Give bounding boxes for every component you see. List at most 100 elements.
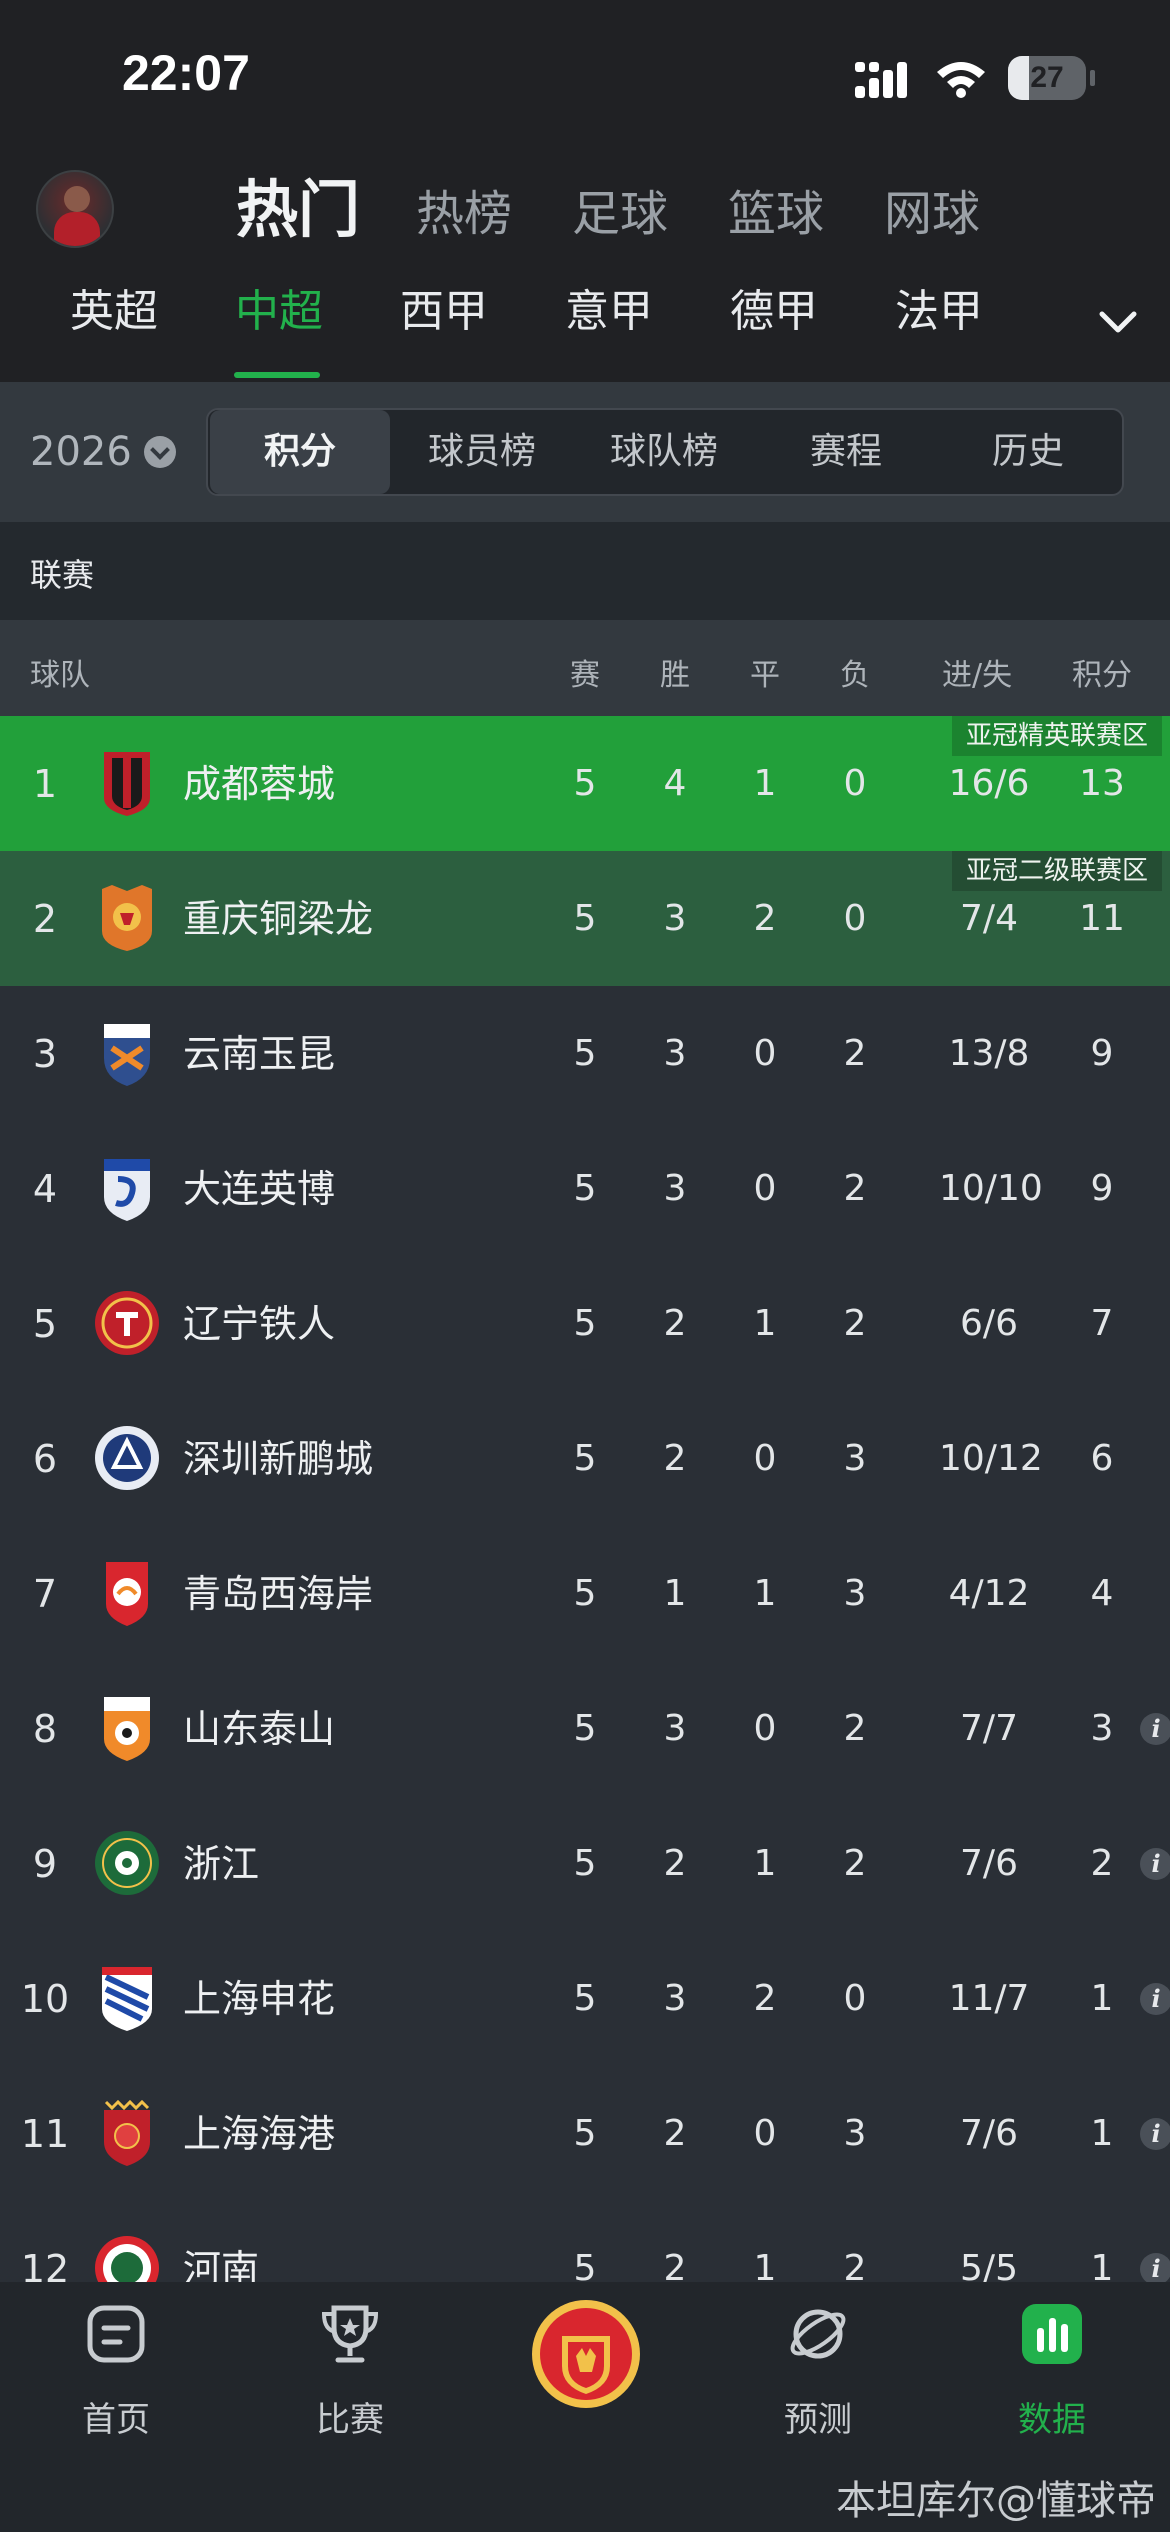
segment-player-ranking[interactable]: 球员榜 xyxy=(392,410,572,494)
info-icon[interactable]: i xyxy=(1140,1983,1170,2015)
goals: 7/6 xyxy=(960,2113,1018,2154)
tab-football[interactable]: 足球 xyxy=(572,174,668,254)
tab-basketball[interactable]: 篮球 xyxy=(728,174,824,254)
team-crest-icon xyxy=(104,752,150,816)
wifi-icon xyxy=(937,62,985,98)
rank: 11 xyxy=(20,2112,70,2156)
table-row[interactable]: 亚冠精英联赛区 1 成都蓉城 5 4 1 0 16/6 13 xyxy=(0,716,1170,851)
tab-csl[interactable]: 中超 xyxy=(235,280,323,344)
points: 2 xyxy=(1090,1843,1114,1884)
tab-hot[interactable]: 热门 xyxy=(236,170,360,250)
segment-team-ranking[interactable]: 球队榜 xyxy=(574,410,754,494)
table-row[interactable]: 7 青岛西海岸 5 1 1 3 4/12 4 xyxy=(0,1526,1170,1661)
cellular-signal-icon xyxy=(855,62,907,98)
team-name[interactable]: 深圳新鹏城 xyxy=(183,1439,373,1479)
table-row[interactable]: 8 山东泰山 5 3 0 2 7/7 3 i xyxy=(0,1661,1170,1796)
info-icon[interactable]: i xyxy=(1140,2253,1170,2282)
losses: 2 xyxy=(843,2248,867,2283)
table-row[interactable]: 亚冠二级联赛区 2 重庆铜梁龙 5 3 2 0 7/4 11 xyxy=(0,851,1170,986)
tab-label: 比赛 xyxy=(316,2400,384,2440)
wins: 4 xyxy=(663,763,687,804)
team-name[interactable]: 青岛西海岸 xyxy=(183,1574,373,1614)
table-row[interactable]: 4 大连英博 5 3 0 2 10/10 9 xyxy=(0,1121,1170,1256)
draws: 1 xyxy=(753,763,777,804)
segment-history[interactable]: 历史 xyxy=(938,410,1118,494)
info-icon[interactable]: i xyxy=(1140,2118,1170,2150)
tab-label: 首页 xyxy=(82,2400,150,2440)
table-row[interactable]: 6 深圳新鹏城 5 2 0 3 10/12 6 xyxy=(0,1391,1170,1526)
draws: 1 xyxy=(753,1843,777,1884)
club-logo-icon[interactable] xyxy=(528,2296,644,2412)
col-played: 赛 xyxy=(570,658,600,693)
season-select[interactable]: 2026 xyxy=(30,422,176,482)
rank: 9 xyxy=(32,1842,58,1886)
table-row[interactable]: 9 浙江 5 2 1 2 7/6 2 i xyxy=(0,1796,1170,1931)
tab-tennis[interactable]: 网球 xyxy=(884,174,980,254)
points: 6 xyxy=(1090,1438,1114,1479)
team-name[interactable]: 山东泰山 xyxy=(183,1709,335,1749)
team-name[interactable]: 河南 xyxy=(183,2249,259,2282)
tab-data[interactable]: 数据 xyxy=(972,2302,1132,2452)
team-name[interactable]: 浙江 xyxy=(183,1844,259,1884)
points: 1 xyxy=(1090,2113,1114,2154)
rank: 1 xyxy=(32,762,58,806)
info-icon[interactable]: i xyxy=(1140,1713,1170,1745)
table-row[interactable]: 3 云南玉昆 5 3 0 2 13/8 9 xyxy=(0,986,1170,1121)
tab-bundesliga[interactable]: 德甲 xyxy=(730,280,818,344)
team-name[interactable]: 辽宁铁人 xyxy=(183,1304,335,1344)
table-row[interactable]: 12 河南 5 2 1 2 5/5 1 i xyxy=(0,2201,1170,2282)
chevron-down-icon[interactable] xyxy=(1096,308,1140,338)
points: 9 xyxy=(1090,1168,1114,1209)
team-name[interactable]: 成都蓉城 xyxy=(183,764,335,804)
trophy-icon xyxy=(321,2305,379,2363)
team-name[interactable]: 上海海港 xyxy=(183,2114,335,2154)
team-name[interactable]: 云南玉昆 xyxy=(183,1034,335,1074)
wins: 2 xyxy=(663,1843,687,1884)
segment-standings[interactable]: 积分 xyxy=(210,410,390,494)
league-tabs: 英超 中超 西甲 意甲 德甲 法甲 xyxy=(0,280,1170,382)
col-goals: 进/失 xyxy=(942,658,1013,693)
tab-premier-league[interactable]: 英超 xyxy=(70,280,158,344)
standings-segmented-control: 积分 球员榜 球队榜 赛程 历史 xyxy=(206,408,1124,496)
played: 5 xyxy=(573,1033,597,1074)
played: 5 xyxy=(573,2113,597,2154)
avatar[interactable] xyxy=(36,170,114,248)
draws: 1 xyxy=(753,1303,777,1344)
col-loss: 负 xyxy=(840,658,870,693)
goals: 13/8 xyxy=(948,1033,1030,1074)
rank: 3 xyxy=(32,1032,58,1076)
team-crest-icon xyxy=(95,1426,159,1490)
team-crest-icon xyxy=(102,1967,152,2031)
tab-la-liga[interactable]: 西甲 xyxy=(400,280,488,344)
team-name[interactable]: 上海申花 xyxy=(183,1979,335,2019)
played: 5 xyxy=(573,1843,597,1884)
draws: 0 xyxy=(753,1438,777,1479)
info-icon[interactable]: i xyxy=(1140,1848,1170,1880)
tab-ligue-1[interactable]: 法甲 xyxy=(895,280,983,344)
played: 5 xyxy=(573,1978,597,2019)
points: 7 xyxy=(1090,1303,1114,1344)
table-row[interactable]: 10 上海申花 5 3 2 0 11/7 1 i xyxy=(0,1931,1170,2066)
team-name[interactable]: 重庆铜梁龙 xyxy=(183,899,373,939)
rank: 12 xyxy=(20,2247,70,2282)
team-crest-icon xyxy=(95,1291,159,1355)
table-row[interactable]: 11 上海海港 5 2 0 3 7/6 1 i xyxy=(0,2066,1170,2201)
team-name[interactable]: 大连英博 xyxy=(183,1169,335,1209)
rank: 7 xyxy=(32,1572,58,1616)
tab-matches[interactable]: 比赛 xyxy=(270,2302,430,2452)
chevron-down-icon xyxy=(143,436,176,468)
tab-serie-a[interactable]: 意甲 xyxy=(565,280,653,344)
played: 5 xyxy=(573,763,597,804)
losses: 0 xyxy=(843,898,867,939)
tab-home[interactable]: 首页 xyxy=(36,2302,196,2452)
table-row[interactable]: 5 辽宁铁人 5 2 1 2 6/6 7 xyxy=(0,1256,1170,1391)
segment-schedule[interactable]: 赛程 xyxy=(756,410,936,494)
team-crest-icon xyxy=(104,1024,150,1086)
watermark-credit: 本坦库尔@懂球帝 xyxy=(836,2478,1156,2524)
losses: 2 xyxy=(843,1168,867,1209)
battery-icon: 27 xyxy=(1008,56,1095,100)
tab-trending[interactable]: 热榜 xyxy=(416,174,512,254)
losses: 3 xyxy=(843,1573,867,1614)
tab-predictions[interactable]: 预测 xyxy=(738,2302,898,2452)
wins: 1 xyxy=(663,1573,687,1614)
